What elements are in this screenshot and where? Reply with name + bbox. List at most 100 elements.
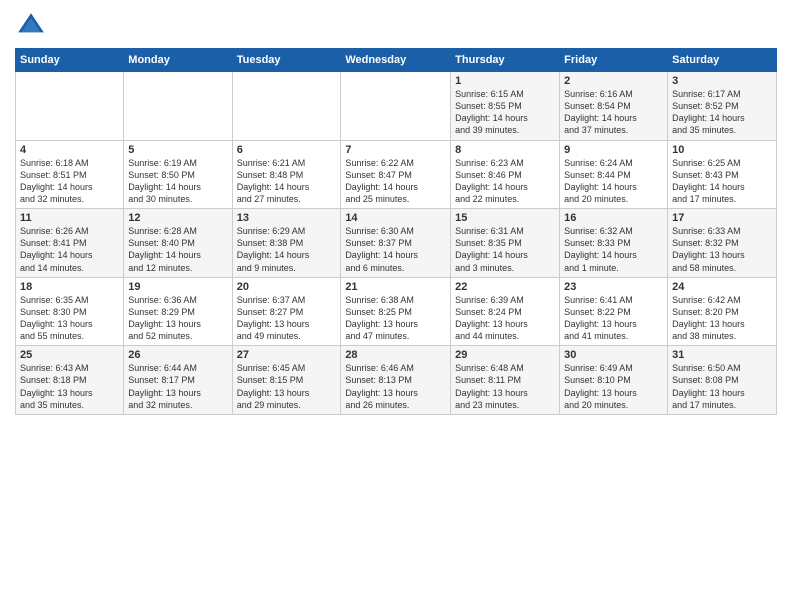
header	[15, 10, 777, 42]
calendar-cell: 23Sunrise: 6:41 AM Sunset: 8:22 PM Dayli…	[560, 277, 668, 346]
calendar-cell: 19Sunrise: 6:36 AM Sunset: 8:29 PM Dayli…	[124, 277, 232, 346]
calendar-cell: 26Sunrise: 6:44 AM Sunset: 8:17 PM Dayli…	[124, 346, 232, 415]
calendar-cell: 29Sunrise: 6:48 AM Sunset: 8:11 PM Dayli…	[451, 346, 560, 415]
day-number: 3	[672, 75, 772, 87]
calendar-cell: 25Sunrise: 6:43 AM Sunset: 8:18 PM Dayli…	[16, 346, 124, 415]
day-info: Sunrise: 6:46 AM Sunset: 8:13 PM Dayligh…	[345, 362, 446, 411]
day-info: Sunrise: 6:50 AM Sunset: 8:08 PM Dayligh…	[672, 362, 772, 411]
day-info: Sunrise: 6:41 AM Sunset: 8:22 PM Dayligh…	[564, 294, 663, 343]
day-info: Sunrise: 6:23 AM Sunset: 8:46 PM Dayligh…	[455, 157, 555, 206]
day-info: Sunrise: 6:45 AM Sunset: 8:15 PM Dayligh…	[237, 362, 337, 411]
day-info: Sunrise: 6:28 AM Sunset: 8:40 PM Dayligh…	[128, 225, 227, 274]
calendar-header-row: SundayMondayTuesdayWednesdayThursdayFrid…	[16, 49, 777, 72]
day-info: Sunrise: 6:18 AM Sunset: 8:51 PM Dayligh…	[20, 157, 119, 206]
day-number: 27	[237, 349, 337, 361]
day-number: 21	[345, 281, 446, 293]
day-number: 31	[672, 349, 772, 361]
day-info: Sunrise: 6:25 AM Sunset: 8:43 PM Dayligh…	[672, 157, 772, 206]
calendar-header-thursday: Thursday	[451, 49, 560, 72]
calendar-header-wednesday: Wednesday	[341, 49, 451, 72]
day-number: 16	[564, 212, 663, 224]
calendar-cell: 20Sunrise: 6:37 AM Sunset: 8:27 PM Dayli…	[232, 277, 341, 346]
day-info: Sunrise: 6:30 AM Sunset: 8:37 PM Dayligh…	[345, 225, 446, 274]
day-info: Sunrise: 6:26 AM Sunset: 8:41 PM Dayligh…	[20, 225, 119, 274]
calendar-cell	[232, 72, 341, 141]
calendar-header-friday: Friday	[560, 49, 668, 72]
calendar-header-tuesday: Tuesday	[232, 49, 341, 72]
calendar-cell: 1Sunrise: 6:15 AM Sunset: 8:55 PM Daylig…	[451, 72, 560, 141]
calendar-cell: 24Sunrise: 6:42 AM Sunset: 8:20 PM Dayli…	[668, 277, 777, 346]
calendar-cell: 17Sunrise: 6:33 AM Sunset: 8:32 PM Dayli…	[668, 209, 777, 278]
day-info: Sunrise: 6:17 AM Sunset: 8:52 PM Dayligh…	[672, 88, 772, 137]
day-info: Sunrise: 6:29 AM Sunset: 8:38 PM Dayligh…	[237, 225, 337, 274]
day-number: 12	[128, 212, 227, 224]
calendar-cell: 30Sunrise: 6:49 AM Sunset: 8:10 PM Dayli…	[560, 346, 668, 415]
calendar-cell: 3Sunrise: 6:17 AM Sunset: 8:52 PM Daylig…	[668, 72, 777, 141]
day-number: 2	[564, 75, 663, 87]
calendar-week-3: 11Sunrise: 6:26 AM Sunset: 8:41 PM Dayli…	[16, 209, 777, 278]
day-number: 9	[564, 144, 663, 156]
calendar-cell: 9Sunrise: 6:24 AM Sunset: 8:44 PM Daylig…	[560, 140, 668, 209]
calendar-week-1: 1Sunrise: 6:15 AM Sunset: 8:55 PM Daylig…	[16, 72, 777, 141]
calendar-cell	[341, 72, 451, 141]
day-number: 28	[345, 349, 446, 361]
calendar-cell: 28Sunrise: 6:46 AM Sunset: 8:13 PM Dayli…	[341, 346, 451, 415]
calendar: SundayMondayTuesdayWednesdayThursdayFrid…	[15, 48, 777, 415]
day-number: 30	[564, 349, 663, 361]
calendar-cell: 13Sunrise: 6:29 AM Sunset: 8:38 PM Dayli…	[232, 209, 341, 278]
day-info: Sunrise: 6:39 AM Sunset: 8:24 PM Dayligh…	[455, 294, 555, 343]
day-number: 15	[455, 212, 555, 224]
logo-icon	[15, 10, 47, 42]
day-number: 10	[672, 144, 772, 156]
day-number: 18	[20, 281, 119, 293]
calendar-cell: 8Sunrise: 6:23 AM Sunset: 8:46 PM Daylig…	[451, 140, 560, 209]
day-number: 8	[455, 144, 555, 156]
day-info: Sunrise: 6:38 AM Sunset: 8:25 PM Dayligh…	[345, 294, 446, 343]
page: SundayMondayTuesdayWednesdayThursdayFrid…	[0, 0, 792, 612]
day-number: 25	[20, 349, 119, 361]
calendar-cell: 2Sunrise: 6:16 AM Sunset: 8:54 PM Daylig…	[560, 72, 668, 141]
calendar-cell: 22Sunrise: 6:39 AM Sunset: 8:24 PM Dayli…	[451, 277, 560, 346]
calendar-cell	[16, 72, 124, 141]
calendar-week-2: 4Sunrise: 6:18 AM Sunset: 8:51 PM Daylig…	[16, 140, 777, 209]
calendar-header-monday: Monday	[124, 49, 232, 72]
calendar-cell: 4Sunrise: 6:18 AM Sunset: 8:51 PM Daylig…	[16, 140, 124, 209]
day-number: 14	[345, 212, 446, 224]
day-number: 19	[128, 281, 227, 293]
day-number: 29	[455, 349, 555, 361]
day-info: Sunrise: 6:35 AM Sunset: 8:30 PM Dayligh…	[20, 294, 119, 343]
day-info: Sunrise: 6:43 AM Sunset: 8:18 PM Dayligh…	[20, 362, 119, 411]
logo	[15, 10, 51, 42]
day-info: Sunrise: 6:48 AM Sunset: 8:11 PM Dayligh…	[455, 362, 555, 411]
day-info: Sunrise: 6:15 AM Sunset: 8:55 PM Dayligh…	[455, 88, 555, 137]
calendar-cell: 27Sunrise: 6:45 AM Sunset: 8:15 PM Dayli…	[232, 346, 341, 415]
calendar-cell: 15Sunrise: 6:31 AM Sunset: 8:35 PM Dayli…	[451, 209, 560, 278]
day-info: Sunrise: 6:44 AM Sunset: 8:17 PM Dayligh…	[128, 362, 227, 411]
day-info: Sunrise: 6:31 AM Sunset: 8:35 PM Dayligh…	[455, 225, 555, 274]
day-number: 1	[455, 75, 555, 87]
calendar-week-5: 25Sunrise: 6:43 AM Sunset: 8:18 PM Dayli…	[16, 346, 777, 415]
day-number: 17	[672, 212, 772, 224]
day-number: 22	[455, 281, 555, 293]
day-info: Sunrise: 6:42 AM Sunset: 8:20 PM Dayligh…	[672, 294, 772, 343]
day-info: Sunrise: 6:49 AM Sunset: 8:10 PM Dayligh…	[564, 362, 663, 411]
calendar-cell: 12Sunrise: 6:28 AM Sunset: 8:40 PM Dayli…	[124, 209, 232, 278]
calendar-cell: 5Sunrise: 6:19 AM Sunset: 8:50 PM Daylig…	[124, 140, 232, 209]
day-info: Sunrise: 6:24 AM Sunset: 8:44 PM Dayligh…	[564, 157, 663, 206]
calendar-cell: 11Sunrise: 6:26 AM Sunset: 8:41 PM Dayli…	[16, 209, 124, 278]
day-number: 24	[672, 281, 772, 293]
calendar-cell: 31Sunrise: 6:50 AM Sunset: 8:08 PM Dayli…	[668, 346, 777, 415]
day-info: Sunrise: 6:32 AM Sunset: 8:33 PM Dayligh…	[564, 225, 663, 274]
day-number: 7	[345, 144, 446, 156]
calendar-cell: 21Sunrise: 6:38 AM Sunset: 8:25 PM Dayli…	[341, 277, 451, 346]
day-info: Sunrise: 6:36 AM Sunset: 8:29 PM Dayligh…	[128, 294, 227, 343]
day-info: Sunrise: 6:19 AM Sunset: 8:50 PM Dayligh…	[128, 157, 227, 206]
day-info: Sunrise: 6:33 AM Sunset: 8:32 PM Dayligh…	[672, 225, 772, 274]
calendar-cell: 16Sunrise: 6:32 AM Sunset: 8:33 PM Dayli…	[560, 209, 668, 278]
calendar-cell: 14Sunrise: 6:30 AM Sunset: 8:37 PM Dayli…	[341, 209, 451, 278]
day-number: 4	[20, 144, 119, 156]
day-info: Sunrise: 6:16 AM Sunset: 8:54 PM Dayligh…	[564, 88, 663, 137]
calendar-header-sunday: Sunday	[16, 49, 124, 72]
calendar-header-saturday: Saturday	[668, 49, 777, 72]
day-number: 5	[128, 144, 227, 156]
